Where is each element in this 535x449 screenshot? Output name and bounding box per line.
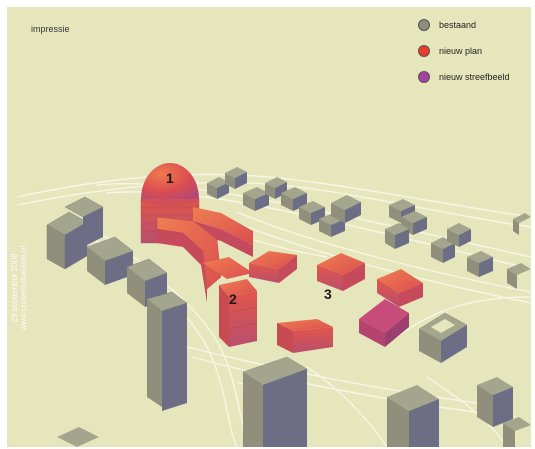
legend-item-new-plan: nieuw plan: [418, 45, 482, 57]
impression-frame: impressie bestaand nieuw plan nieuw stre…: [7, 7, 531, 447]
new-target-building: [359, 299, 409, 347]
legend-label-existing: bestaand: [439, 20, 477, 30]
marker-3: 3: [324, 286, 332, 302]
legend-swatch-existing: [418, 19, 430, 31]
legend-swatch-new-plan: [418, 45, 430, 57]
legend-item-new-target: nieuw streefbeeld: [418, 71, 510, 83]
side-caption-website: www.crusenurbanism.nl: [19, 245, 28, 331]
marker-1: 1: [166, 170, 174, 186]
marker-2: 2: [229, 291, 237, 307]
side-caption-date: 29 september 2008: [10, 253, 19, 323]
legend-swatch-new-target: [418, 71, 430, 83]
page-title: impressie: [31, 24, 70, 34]
legend-label-new-plan: nieuw plan: [439, 46, 483, 56]
legend-label-new-target: nieuw streefbeeld: [439, 72, 510, 82]
legend-item-existing: bestaand: [418, 19, 476, 31]
existing-buildings: [46, 167, 531, 447]
side-caption: 29 september 2008 www.crusenurbanism.nl: [10, 198, 28, 378]
